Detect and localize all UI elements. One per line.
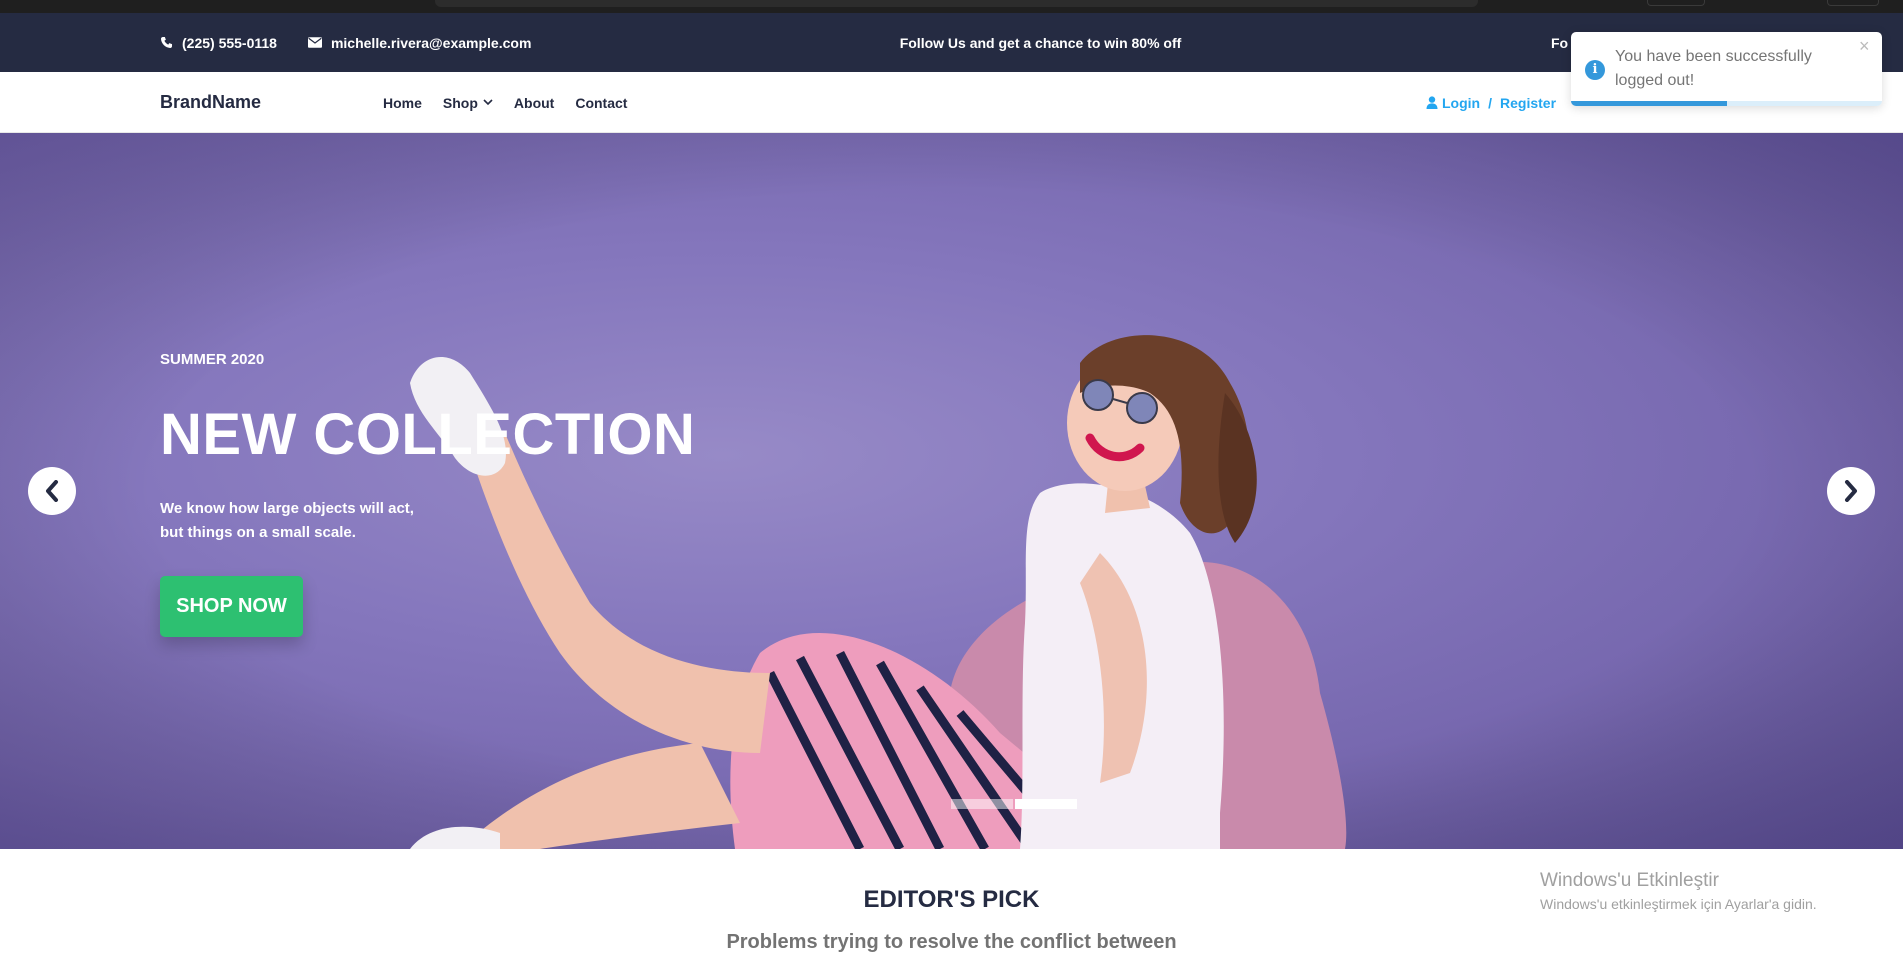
follow-us: Fo xyxy=(1551,13,1568,72)
envelope-icon xyxy=(307,37,322,48)
follow-label: Fo xyxy=(1551,34,1569,51)
toast-message: You have been successfully logged out! xyxy=(1615,48,1812,89)
carousel-next-button[interactable] xyxy=(1827,467,1875,515)
watermark-title: Windows'u Etkinleştir xyxy=(1540,870,1719,891)
register-link[interactable]: Register xyxy=(1500,95,1556,111)
hero-title: NEW COLLECTION xyxy=(160,402,696,467)
hero-description: We know how large objects will act, but … xyxy=(160,497,460,545)
chevron-down-icon xyxy=(483,99,493,106)
logout-toast: i You have been successfully logged out!… xyxy=(1571,32,1882,106)
auth-links: Login / Register xyxy=(1426,72,1556,133)
hero-model-image xyxy=(0,133,1903,849)
section-subheading: Problems trying to resolve the conflict … xyxy=(726,931,1177,953)
browser-button[interactable] xyxy=(1647,0,1705,6)
email-address: michelle.rivera@example.com xyxy=(330,34,532,51)
toast-progress-bar xyxy=(1571,101,1727,106)
shop-now-button[interactable]: SHOP NOW xyxy=(160,576,303,637)
chevron-right-icon xyxy=(1845,480,1857,502)
carousel-indicator[interactable] xyxy=(1015,799,1077,809)
watermark-subtitle: Windows'u etkinleştirmek için Ayarlar'a … xyxy=(1540,896,1817,912)
close-icon[interactable]: × xyxy=(1859,36,1870,57)
user-icon xyxy=(1426,96,1438,109)
carousel-indicators xyxy=(951,799,1079,809)
nav-home-label: Home xyxy=(383,94,422,111)
brand-logo[interactable]: BrandName xyxy=(160,72,261,133)
hero-carousel: SUMMER 2020 NEW COLLECTION We know how l… xyxy=(0,133,1903,849)
nav-contact-label: Contact xyxy=(575,94,628,111)
browser-button[interactable] xyxy=(1827,0,1879,6)
auth-separator: / xyxy=(1488,94,1492,111)
nav-shop-label: Shop xyxy=(442,94,478,111)
nav-home[interactable]: Home xyxy=(383,95,422,111)
browser-chrome xyxy=(0,0,1903,13)
info-icon: i xyxy=(1585,60,1605,80)
toast-progress-track xyxy=(1571,101,1882,106)
promo-text: Follow Us and get a chance to win 80% of… xyxy=(899,34,1182,51)
nav-about[interactable]: About xyxy=(514,95,554,111)
phone-number: (225) 555-0118 xyxy=(182,34,277,51)
hero-subtitle: SUMMER 2020 xyxy=(160,351,265,368)
nav-menu: Home Shop About Contact xyxy=(383,72,648,133)
nav-about-label: About xyxy=(513,94,555,111)
hero-description-line: We know how large objects will act, xyxy=(160,500,414,517)
carousel-prev-button[interactable] xyxy=(28,467,76,515)
nav-contact[interactable]: Contact xyxy=(575,95,627,111)
phone-icon xyxy=(160,36,173,49)
phone-contact[interactable]: (225) 555-0118 xyxy=(160,35,277,51)
login-link[interactable]: Login xyxy=(1442,95,1480,111)
chevron-left-icon xyxy=(46,480,58,502)
browser-address-bar[interactable] xyxy=(435,0,1478,7)
contact-info: (225) 555-0118 michelle.rivera@example.c… xyxy=(160,13,562,72)
email-contact[interactable]: michelle.rivera@example.com xyxy=(307,34,532,51)
carousel-indicator[interactable] xyxy=(951,799,1013,809)
hero-description-line: but things on a small scale. xyxy=(160,524,356,541)
windows-activation-watermark: Windows'u Etkinleştir Windows'u etkinleş… xyxy=(1540,870,1817,912)
nav-shop[interactable]: Shop xyxy=(443,95,493,111)
